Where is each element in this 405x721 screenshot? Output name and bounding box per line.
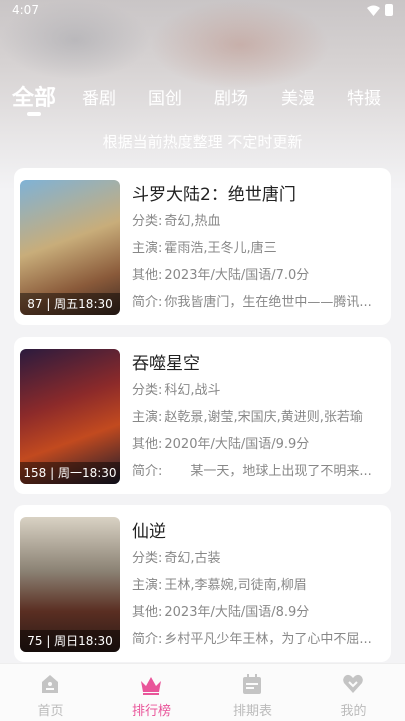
poster-image: 75 | 周日18:30 — [20, 517, 120, 652]
card-intro: 简介: 某一天，地球上出现了不明来... — [132, 460, 382, 479]
nav-ranking-label: 排行榜 — [131, 704, 171, 719]
wifi-icon — [367, 5, 380, 16]
active-tab-indicator — [27, 112, 41, 116]
card-cast: 主演: 王林,李慕婉,司徒南,柳眉 — [132, 574, 382, 593]
nav-schedule[interactable]: 排期表 — [202, 664, 303, 721]
ranking-card[interactable]: 87 | 周五18:30 斗罗大陆2：绝世唐门 分类: 奇幻,热血 主演: 霍雨浩,… — [14, 168, 391, 325]
cast-label: 主演: — [132, 578, 163, 593]
intro-value: 乡村平凡少年王林，为了心中不屈... — [164, 632, 372, 647]
card-title: 斗罗大陆2：绝世唐门 — [132, 185, 296, 205]
tab-anime[interactable]: 番剧 — [82, 84, 116, 109]
category-tabs: 全部 番剧 国创 剧场 美漫 特摄 — [0, 78, 405, 114]
home-icon — [42, 675, 58, 693]
crown-icon — [141, 677, 161, 695]
category-label: 分类: — [132, 383, 163, 398]
cast-label: 主演: — [132, 410, 163, 425]
category-label: 分类: — [132, 551, 163, 566]
nav-schedule-label: 排期表 — [232, 704, 272, 719]
other-label: 其他: — [132, 605, 163, 620]
other-value: 2020年/大陆/国语/9.9分 — [164, 437, 310, 452]
status-time: 4:07 — [12, 3, 39, 17]
cast-label: 主演: — [132, 241, 163, 256]
cast-value: 霍雨浩,王冬儿,唐三 — [164, 241, 277, 256]
poster-episode-caption: 158 | 周一18:30 — [20, 462, 120, 484]
nav-ranking[interactable]: 排行榜 — [101, 664, 202, 721]
ranking-card[interactable]: 158 | 周一18:30 吞噬星空 分类: 科幻,战斗 主演: 赵乾景,谢莹,宋国… — [14, 337, 391, 494]
battery-icon — [385, 4, 393, 16]
card-cast: 主演: 赵乾景,谢莹,宋国庆,黄进则,张若瑜 — [132, 406, 382, 425]
tab-tokusatsu[interactable]: 特摄 — [347, 84, 381, 109]
intro-label: 简介: — [132, 464, 163, 479]
intro-label: 简介: — [132, 632, 163, 647]
category-label: 分类: — [132, 214, 163, 229]
card-intro: 简介: 你我皆唐门，生在绝世中——腾讯... — [132, 291, 382, 310]
card-category: 分类: 科幻,战斗 — [132, 379, 382, 398]
other-value: 2023年/大陆/国语/8.9分 — [164, 605, 310, 620]
bottom-navigation: 首页 排行榜 排期表 我的 — [0, 663, 405, 721]
tab-theater[interactable]: 剧场 — [214, 84, 248, 109]
intro-value: 你我皆唐门，生在绝世中——腾讯... — [164, 295, 372, 310]
calendar-icon — [243, 674, 261, 694]
status-icons — [367, 4, 393, 16]
ranking-card[interactable]: 75 | 周日18:30 仙逆 分类: 奇幻,古装 主演: 王林,李慕婉,司徒南,柳… — [14, 505, 391, 662]
poster-image: 87 | 周五18:30 — [20, 180, 120, 315]
intro-value: 某一天，地球上出现了不明来... — [164, 464, 372, 479]
nav-mine[interactable]: 我的 — [303, 664, 404, 721]
other-label: 其他: — [132, 437, 163, 452]
category-value: 奇幻,古装 — [164, 551, 221, 566]
tab-chinese-animation[interactable]: 国创 — [148, 84, 182, 109]
card-title: 仙逆 — [132, 522, 166, 542]
status-bar: 4:07 — [0, 0, 405, 22]
card-cast: 主演: 霍雨浩,王冬儿,唐三 — [132, 237, 382, 256]
poster-image: 158 | 周一18:30 — [20, 349, 120, 484]
card-category: 分类: 奇幻,古装 — [132, 547, 382, 566]
tab-all[interactable]: 全部 — [12, 80, 56, 112]
heart-icon — [343, 674, 363, 693]
poster-episode-caption: 75 | 周日18:30 — [20, 630, 120, 652]
card-other: 其他: 2020年/大陆/国语/9.9分 — [132, 433, 382, 452]
ranking-subtitle: 根据当前热度整理 不定时更新 — [102, 133, 303, 151]
tab-american-comics[interactable]: 美漫 — [281, 84, 315, 109]
other-label: 其他: — [132, 268, 163, 283]
card-category: 分类: 奇幻,热血 — [132, 210, 382, 229]
nav-home-label: 首页 — [37, 704, 64, 719]
cast-value: 赵乾景,谢莹,宋国庆,黄进则,张若瑜 — [164, 410, 363, 425]
intro-label: 简介: — [132, 295, 163, 310]
category-value: 科幻,战斗 — [164, 383, 221, 398]
category-value: 奇幻,热血 — [164, 214, 221, 229]
poster-episode-caption: 87 | 周五18:30 — [20, 293, 120, 315]
nav-mine-label: 我的 — [340, 704, 367, 719]
card-intro: 简介: 乡村平凡少年王林，为了心中不屈... — [132, 628, 382, 647]
card-other: 其他: 2023年/大陆/国语/8.9分 — [132, 601, 382, 620]
card-title: 吞噬星空 — [132, 354, 200, 374]
other-value: 2023年/大陆/国语/7.0分 — [164, 268, 310, 283]
card-other: 其他: 2023年/大陆/国语/7.0分 — [132, 264, 382, 283]
nav-home[interactable]: 首页 — [0, 664, 101, 721]
cast-value: 王林,李慕婉,司徒南,柳眉 — [164, 578, 307, 593]
